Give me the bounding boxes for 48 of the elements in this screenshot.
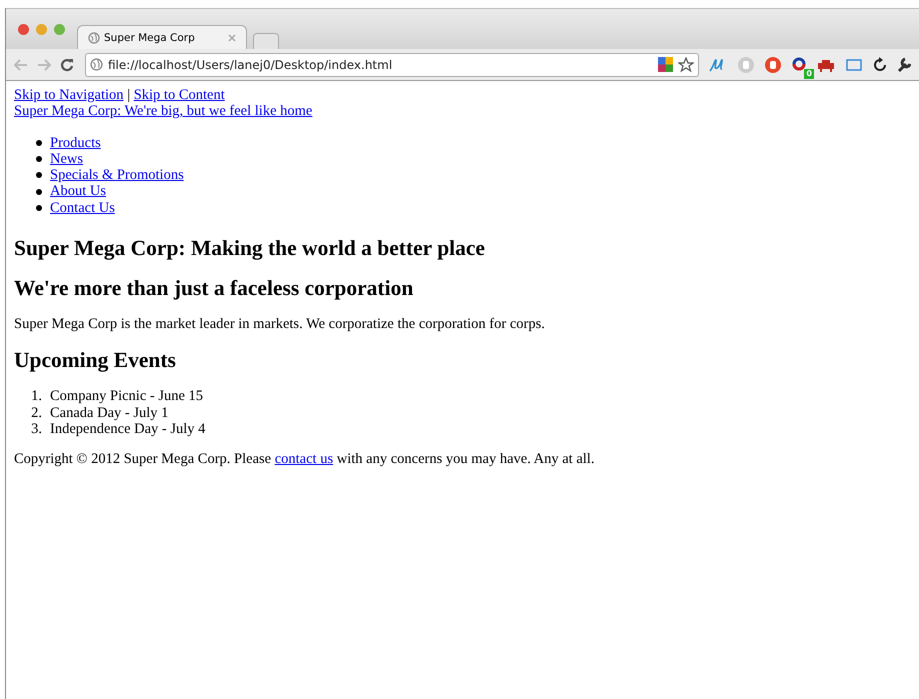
- bullet-icon: [36, 188, 42, 195]
- link-separator: |: [127, 87, 130, 103]
- refresh-circle-icon[interactable]: [872, 56, 888, 72]
- event-item: Canada Day - July 1: [50, 404, 168, 421]
- nav-link[interactable]: Specials & Promotions: [50, 167, 184, 184]
- skip-content-link[interactable]: Skip to Content: [134, 87, 225, 103]
- site-title-link[interactable]: Super Mega Corp: We're big, but we feel like home: [14, 103, 312, 120]
- list-number: 3.: [30, 420, 42, 438]
- address-bar[interactable]: file://localhost/Users/lanej0/Desktop/index.html: [85, 52, 699, 76]
- bullet-icon: [36, 204, 42, 211]
- new-tab-button[interactable]: [253, 33, 279, 49]
- screen-frame-icon[interactable]: [845, 56, 863, 72]
- event-item: Independence Day - July 4: [50, 420, 206, 438]
- back-icon[interactable]: [14, 58, 28, 70]
- skip-navigation-link[interactable]: Skip to Navigation: [14, 87, 124, 103]
- address-text: file://localhost/Users/lanej0/Desktop/index.html: [108, 58, 392, 72]
- zoom-window-button[interactable]: [54, 24, 65, 34]
- page-heading: Super Mega Corp: Making the world a better place: [14, 236, 486, 260]
- close-window-button[interactable]: [18, 24, 29, 34]
- event-item: Company Picnic - June 15: [50, 388, 204, 405]
- browser-tab[interactable]: Super Mega Corp: [77, 25, 247, 49]
- bullet-icon: [36, 172, 42, 178]
- nav-link[interactable]: Products: [50, 134, 101, 151]
- globe-icon: [88, 32, 100, 44]
- reload-icon[interactable]: [60, 58, 74, 72]
- bullet-icon: [36, 140, 42, 146]
- forward-icon[interactable]: [37, 58, 51, 70]
- nav-link[interactable]: About Us: [50, 183, 106, 200]
- events-heading: Upcoming Events: [14, 348, 177, 372]
- ring-icon[interactable]: [791, 56, 807, 72]
- list-number: 1.: [30, 388, 42, 405]
- list-number: 2.: [30, 404, 42, 421]
- nav-link[interactable]: News: [50, 150, 84, 168]
- star-icon[interactable]: [678, 56, 694, 72]
- concerns-text: with any concerns you may have. Any at all.: [336, 451, 594, 468]
- contact-us-link[interactable]: contact us: [274, 451, 334, 468]
- section-heading: We're more than just a faceless corporation: [14, 276, 414, 300]
- globe-icon: [90, 58, 103, 71]
- wrench-icon[interactable]: [897, 56, 911, 72]
- close-tab-icon[interactable]: [228, 34, 236, 42]
- copyright-text: Copyright © 2012 Super Mega Corp. Please: [14, 451, 272, 468]
- minimize-window-button[interactable]: [36, 24, 47, 34]
- tab-title: Super Mega Corp: [104, 32, 196, 44]
- color-squares-icon[interactable]: [658, 57, 673, 72]
- nav-link[interactable]: Contact Us: [50, 200, 115, 216]
- intro-paragraph: Super Mega Corp is the market leader in markets. We corporatize the corporation for corps.: [14, 316, 546, 332]
- count-badge: 0: [804, 68, 814, 78]
- bullet-icon: [36, 156, 42, 162]
